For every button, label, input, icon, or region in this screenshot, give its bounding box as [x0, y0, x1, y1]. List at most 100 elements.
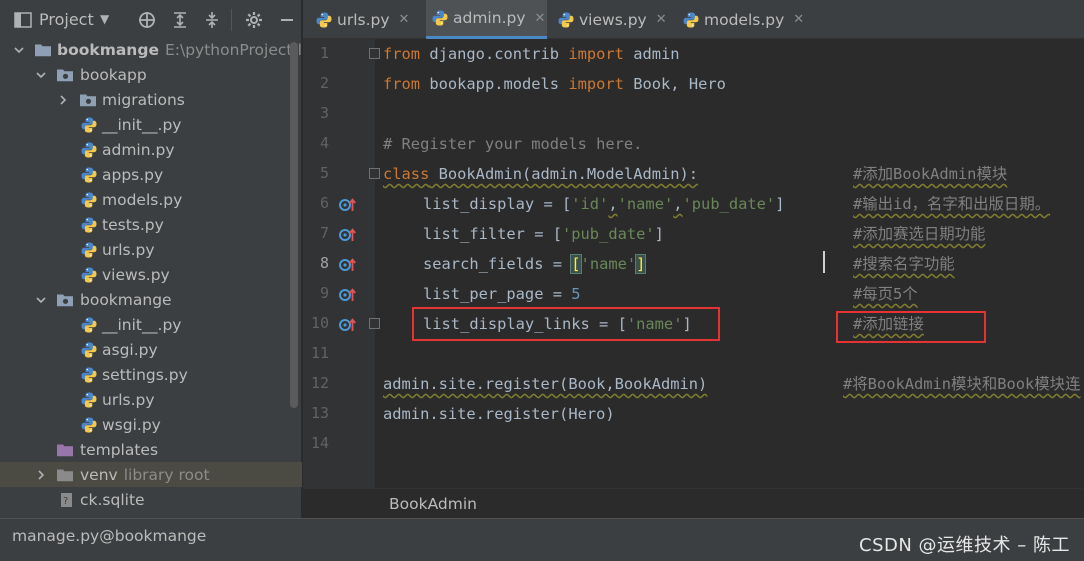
identifier: Book, Hero [623, 75, 726, 93]
python-file-icon [431, 9, 449, 27]
close-icon[interactable]: ✕ [399, 12, 410, 27]
code-line: admin.site.register(Hero) [383, 405, 615, 423]
tab-urls-py[interactable]: urls.py ✕ [315, 0, 423, 39]
tree-item-file[interactable]: __init__.py [0, 312, 288, 337]
tree-item-file[interactable]: apps.py [0, 162, 288, 187]
line-number: 7 [319, 224, 329, 242]
minimize-icon[interactable] [276, 9, 298, 31]
run-configuration-label[interactable]: manage.py@bookmange [12, 527, 206, 545]
tree-item-bookmange-root[interactable]: bookmange E:\pythonProject\lin [0, 37, 316, 62]
chevron-down-icon[interactable] [34, 68, 48, 82]
tree-item-file[interactable]: urls.py [0, 237, 288, 262]
highlight-box-comment [836, 311, 986, 343]
string-literal: 'pub_date' [562, 225, 655, 243]
keyword: import [568, 75, 624, 93]
line-number: 13 [310, 404, 329, 422]
code-area[interactable]: from django.contrib import admin from bo… [383, 39, 1084, 488]
tree-item-migrations[interactable]: migrations [0, 87, 288, 112]
tree-item-file[interactable]: admin.py [0, 137, 288, 162]
chevron-down-icon[interactable] [12, 43, 26, 57]
library-folder-icon [56, 466, 74, 484]
tree-item-file[interactable]: settings.py [0, 362, 288, 387]
breadcrumb-item[interactable]: BookAdmin [389, 495, 477, 513]
code-line: from bookapp.models import Book, Hero [383, 69, 726, 99]
override-icon[interactable] [339, 317, 357, 333]
tree-item-file[interactable]: urls.py [0, 387, 288, 412]
line-number: 6 [319, 194, 329, 212]
tab-label: admin.py [453, 9, 526, 27]
tree-item-bookmange[interactable]: bookmange [0, 287, 288, 312]
python-file-icon [80, 341, 98, 359]
fold-marker-icon[interactable] [369, 318, 380, 329]
class-declaration: BookAdmin(admin.ModelAdmin): [429, 165, 699, 183]
override-icon[interactable] [339, 227, 357, 243]
close-icon[interactable]: ✕ [656, 12, 667, 27]
python-file-icon [80, 241, 98, 259]
tab-models-py[interactable]: models.py ✕ [682, 0, 807, 39]
highlight-box-code [412, 307, 720, 341]
project-scrollbar[interactable] [290, 42, 298, 408]
close-icon[interactable]: ✕ [535, 11, 546, 26]
tree-item-label: tests.py [102, 215, 164, 234]
watermark-text: CSDN @运维技术 – 陈工 [859, 535, 1070, 556]
tree-item-file[interactable]: tests.py [0, 212, 288, 237]
chevron-right-icon[interactable] [56, 93, 70, 107]
code-comment: #每页5个 [853, 285, 918, 303]
tree-item-file[interactable]: models.py [0, 187, 288, 212]
tree-item-label: bookmange [57, 40, 159, 59]
tree-item-file[interactable]: wsgi.py [0, 412, 288, 437]
tree-item-file[interactable]: asgi.py [0, 337, 288, 362]
tree-item-bookapp[interactable]: bookapp [0, 62, 288, 87]
string-literal: 'id' [571, 195, 609, 213]
override-icon[interactable] [339, 197, 357, 213]
fold-marker-icon[interactable] [369, 168, 380, 179]
module-name: django.contrib [420, 45, 569, 63]
panel-header: Project ▼ [0, 0, 302, 40]
tree-item-label: migrations [102, 90, 185, 109]
editor-gutter: 1 2 3 4 5 6 7 8 9 10 11 12 13 14 [303, 39, 380, 488]
tree-item-label: venv [80, 465, 118, 484]
tree-item-label: bookapp [80, 65, 147, 84]
expand-all-icon[interactable] [169, 9, 191, 31]
code-line: admin.site.register(Book,BookAdmin) [383, 375, 708, 393]
python-file-icon [80, 216, 98, 234]
tree-item-templates[interactable]: templates [0, 437, 288, 462]
tree-item-label: bookmange [80, 290, 172, 309]
gear-icon[interactable] [243, 9, 265, 31]
fold-marker-icon[interactable] [369, 48, 380, 59]
code-line: from django.contrib import admin [383, 39, 680, 69]
close-icon[interactable]: ✕ [793, 12, 804, 27]
package-icon [79, 91, 97, 109]
code-editor[interactable]: 1 2 3 4 5 6 7 8 9 10 11 12 13 14 from dj… [303, 39, 1084, 488]
crosshair-icon[interactable] [136, 9, 158, 31]
line-number: 2 [319, 74, 329, 92]
punctuation: ] [654, 225, 664, 243]
tab-admin-py[interactable]: admin.py ✕ [426, 0, 547, 39]
tree-item-file[interactable]: views.py [0, 262, 288, 287]
chevron-down-icon[interactable] [34, 293, 48, 307]
tree-item-file[interactable]: ck.sqlite [0, 487, 288, 512]
override-icon[interactable] [339, 287, 357, 303]
tree-item-label: wsgi.py [102, 415, 161, 434]
tab-label: urls.py [337, 10, 390, 29]
tab-views-py[interactable]: views.py ✕ [557, 0, 672, 39]
tab-label: views.py [579, 10, 647, 29]
tree-item-venv[interactable]: venv library root [0, 462, 302, 487]
line-number-current: 8 [319, 254, 329, 272]
override-icon[interactable] [339, 257, 357, 273]
collapse-all-icon[interactable] [201, 9, 223, 31]
editor-breadcrumb: BookAdmin [303, 488, 1084, 518]
chevron-right-icon[interactable] [34, 468, 48, 482]
separator: , [608, 195, 618, 213]
code-comment: #将BookAdmin模块和Book模块连 [843, 375, 1081, 393]
python-file-icon [80, 191, 98, 209]
chevron-down-icon[interactable]: ▼ [100, 12, 109, 26]
project-view-selector[interactable]: Project [39, 10, 94, 29]
python-file-icon [80, 141, 98, 159]
python-file-icon [315, 11, 333, 29]
code-comment: #输出id，名字和出版日期。 [853, 195, 1051, 213]
python-file-icon [80, 316, 98, 334]
folder-icon [34, 41, 52, 59]
text-caret [823, 251, 825, 273]
tree-item-file[interactable]: __init__.py [0, 112, 288, 137]
